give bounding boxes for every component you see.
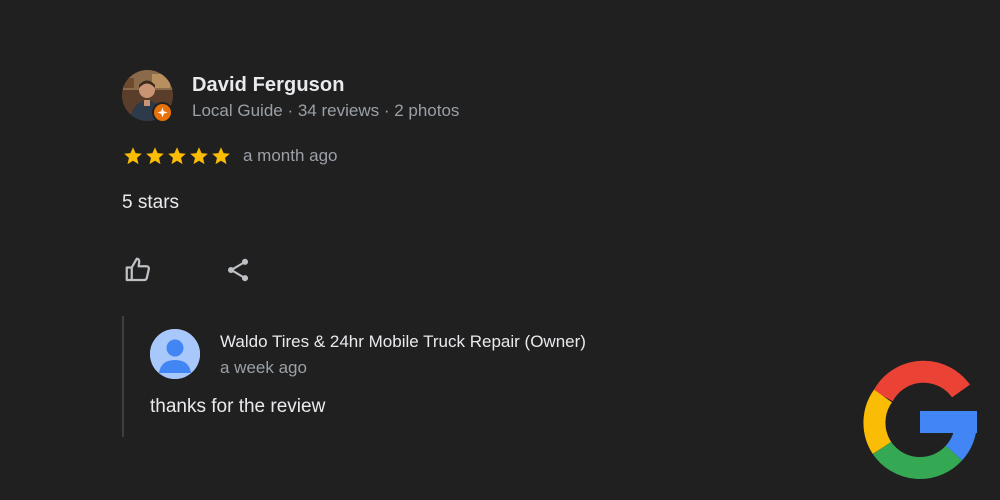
rating-row: a month ago — [122, 144, 842, 168]
owner-reply: Waldo Tires & 24hr Mobile Truck Repair (… — [122, 316, 824, 437]
review: David Ferguson Local Guide · 34 reviews … — [122, 70, 842, 286]
review-card: David Ferguson Local Guide · 34 reviews … — [0, 0, 1000, 500]
author-info: David Ferguson Local Guide · 34 reviews … — [192, 70, 459, 123]
share-button[interactable] — [222, 254, 254, 286]
author-avatar[interactable] — [122, 70, 173, 123]
local-guide-badge — [152, 102, 173, 123]
share-icon — [227, 258, 249, 282]
author-meta: Local Guide · 34 reviews · 2 photos — [192, 101, 460, 120]
star-icon — [168, 147, 186, 165]
google-g-logo — [863, 360, 977, 480]
like-button[interactable] — [122, 254, 154, 286]
thumbs-up-icon — [125, 257, 150, 282]
owner-avatar-icon — [150, 329, 200, 379]
star-badge-icon — [157, 107, 168, 118]
author-name[interactable]: David Ferguson — [192, 72, 459, 98]
star-icon — [146, 147, 164, 165]
review-time: a month ago — [243, 146, 338, 165]
review-actions — [122, 254, 842, 286]
owner-info: Waldo Tires & 24hr Mobile Truck Repair (… — [220, 329, 586, 380]
star-icon — [124, 147, 142, 165]
owner-row: Waldo Tires & 24hr Mobile Truck Repair (… — [150, 316, 824, 380]
owner-name: Waldo Tires & 24hr Mobile Truck Repair (… — [220, 332, 586, 351]
author-row: David Ferguson Local Guide · 34 reviews … — [122, 70, 842, 123]
star-icon — [212, 147, 230, 165]
review-text: 5 stars — [122, 192, 180, 213]
star-icon — [190, 147, 208, 165]
owner-reply-time: a week ago — [220, 358, 307, 377]
owner-reply-text: thanks for the review — [150, 396, 326, 417]
star-rating — [122, 145, 232, 167]
